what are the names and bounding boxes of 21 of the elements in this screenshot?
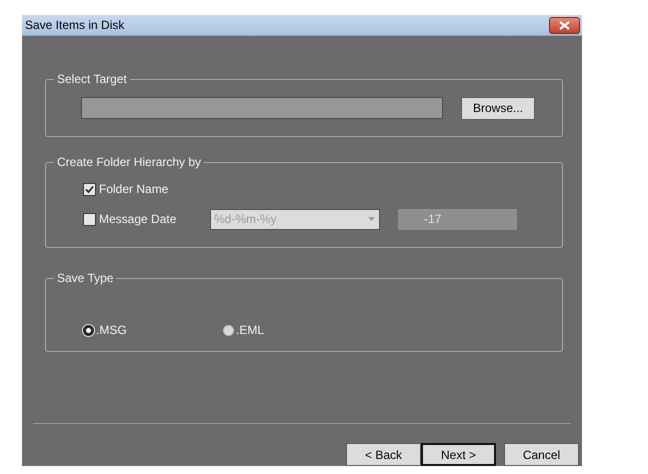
radio-label: .MSG (96, 323, 127, 337)
dialog-button[interactable]: Cancel (504, 443, 579, 466)
caret-icon (368, 217, 375, 221)
checkbox-label: Message Date (99, 212, 176, 226)
close-button[interactable] (549, 16, 580, 34)
checkbox[interactable] (83, 182, 96, 196)
radio-button[interactable] (83, 324, 94, 336)
radio-label: .EML (236, 323, 264, 337)
group-title: Select Target (54, 72, 130, 87)
checkbox-label: Folder Name (99, 182, 168, 196)
date-preview-field: -17 (398, 208, 517, 230)
checkbox[interactable] (83, 212, 96, 226)
target-path-field[interactable] (81, 97, 443, 119)
dialog-button[interactable]: Next > (421, 443, 496, 466)
dialog-button[interactable]: < Back (346, 443, 421, 466)
close-icon (559, 20, 570, 30)
window-title: Save Items in Disk (25, 18, 124, 32)
group-title: Create Folder Hierarchy by (54, 155, 204, 170)
browse-button[interactable]: Browse... (461, 96, 535, 120)
group-title: Save Type (54, 271, 116, 286)
radio-button[interactable] (223, 324, 234, 336)
